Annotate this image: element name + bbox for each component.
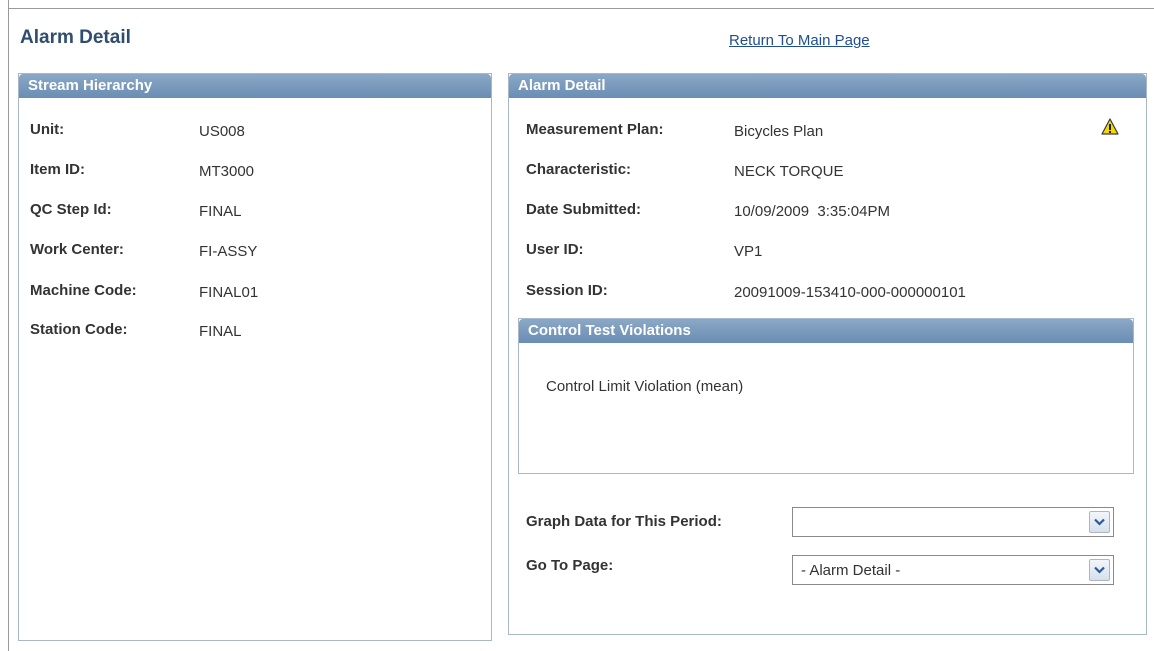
graph-data-label: Graph Data for This Period: [526,513,722,530]
user-id-value: VP1 [734,243,763,260]
item-id-label: Item ID: [30,161,86,178]
graph-data-select[interactable] [792,507,1114,537]
frame-left-border [8,0,9,651]
measurement-plan-value: Bicycles Plan [734,123,824,140]
measurement-plan-label: Measurement Plan: [526,121,664,138]
control-limit-violation-text: Control Limit Violation (mean) [546,378,744,395]
control-test-violations-header: Control Test Violations [519,319,1133,343]
date-submitted-value: 10/09/2009 3:35:04PM [734,203,890,220]
work-center-value: FI-ASSY [199,243,258,260]
warning-icon [1101,118,1119,135]
go-to-page-select[interactable]: - Alarm Detail - [792,555,1114,585]
item-id-value: MT3000 [199,163,255,180]
chevron-down-icon[interactable] [1089,559,1110,581]
machine-code-label: Machine Code: [30,282,137,299]
session-id-label: Session ID: [526,282,608,299]
go-to-page-label: Go To Page: [526,557,614,574]
unit-label: Unit: [30,121,65,138]
machine-code-value: FINAL01 [199,284,259,301]
session-id-value: 20091009-153410-000-000000101 [734,284,966,301]
chevron-down-icon[interactable] [1089,511,1110,533]
go-to-page-select-value: - Alarm Detail - [801,562,901,579]
station-code-value: FINAL [199,323,242,340]
work-center-label: Work Center: [30,241,124,258]
qc-step-id-value: FINAL [199,203,242,220]
stream-hierarchy-panel: Stream Hierarchy [18,73,492,641]
unit-value: US008 [199,123,245,140]
characteristic-value: NECK TORQUE [734,163,844,180]
characteristic-label: Characteristic: [526,161,632,178]
station-code-label: Station Code: [30,321,128,338]
user-id-label: User ID: [526,241,584,258]
stream-hierarchy-header: Stream Hierarchy [19,74,491,98]
date-submitted-label: Date Submitted: [526,201,642,218]
alarm-detail-header: Alarm Detail [509,74,1146,98]
page-title: Alarm Detail [20,27,131,48]
return-to-main-page-link[interactable]: Return To Main Page [729,32,870,49]
qc-step-id-label: QC Step Id: [30,201,112,218]
frame-top-border [8,8,1154,9]
control-test-violations-panel: Control Test Violations [518,318,1134,474]
